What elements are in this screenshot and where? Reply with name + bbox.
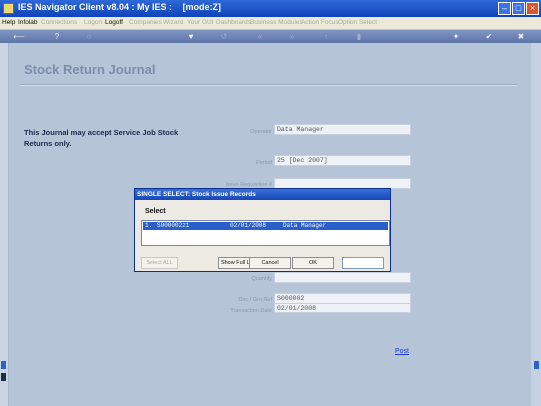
menu-infolab[interactable]: Infolab xyxy=(18,17,38,29)
close-icon[interactable]: ✖ xyxy=(516,32,526,41)
up-icon[interactable]: ↑ xyxy=(321,32,331,41)
menu-dashboards[interactable]: Dashboards xyxy=(216,17,251,29)
quantity-label: Quantity xyxy=(251,276,272,282)
menu-option-select[interactable]: Option Select xyxy=(338,17,377,29)
favourite-icon[interactable]: ♥ xyxy=(186,32,196,41)
period-label: Period xyxy=(256,160,272,166)
left-side-panel xyxy=(0,43,9,406)
window-title: IES Navigator Client v8.04 : My IES : [m… xyxy=(18,2,221,12)
help-icon[interactable]: ? xyxy=(52,32,62,41)
list-item-user: Data Manager xyxy=(283,222,327,229)
list-item[interactable]: 1. S000002z1 02/01/2008 Data Manager xyxy=(143,222,388,230)
search-icon[interactable]: ○ xyxy=(84,32,94,41)
app-icon xyxy=(3,3,14,14)
menu-logoff[interactable]: Logoff xyxy=(105,17,123,29)
menu-wizard[interactable]: Wizard xyxy=(163,17,183,29)
operator-label: Operator xyxy=(250,129,272,135)
title-divider xyxy=(20,84,517,86)
quantity-field[interactable] xyxy=(274,272,411,283)
dialog-title: SINGLE SELECT: Stock Issue Records xyxy=(135,189,390,200)
select-all-button[interactable]: Select ALL xyxy=(141,257,178,269)
period-field[interactable]: 25 [Dec 2007] xyxy=(274,155,411,166)
transaction-date-label: Transaction Date xyxy=(230,308,272,314)
doc-grn-ref-label: Doc / Grn Ref xyxy=(238,297,272,303)
title-bar: IES Navigator Client v8.04 : My IES : [m… xyxy=(0,0,541,17)
close-button[interactable]: × xyxy=(526,2,539,15)
operator-field[interactable]: Data Manager xyxy=(274,124,411,135)
tools-icon[interactable]: ✦ xyxy=(451,32,461,41)
transaction-date-field[interactable]: 02/01/2008 xyxy=(274,303,411,313)
single-select-dialog: SINGLE SELECT: Stock Issue Records Selec… xyxy=(134,188,391,272)
journal-info-text: This Journal may accept Service Job Stoc… xyxy=(24,128,179,148)
cancel-button[interactable]: Cancel xyxy=(249,257,291,269)
toolbar: ⟵ ? ○ ♥ ↺ « » ↑ ▮ ✦ ✔ ✖ xyxy=(0,30,541,43)
ok-button[interactable]: OK xyxy=(292,257,334,269)
window-mode: [mode:Z] xyxy=(182,2,222,12)
menu-connections[interactable]: Connections xyxy=(41,17,77,29)
menu-logon[interactable]: Logon xyxy=(84,17,102,29)
menu-your-gui[interactable]: Your GUI xyxy=(187,17,214,29)
dialog-filter-input[interactable] xyxy=(342,257,384,269)
back-arrow-icon[interactable]: ⟵ xyxy=(8,32,30,41)
list-item-date: 02/01/2008 xyxy=(230,222,267,229)
bookmark-icon[interactable]: ▮ xyxy=(354,32,364,41)
menu-action-focus[interactable]: Action Focus xyxy=(301,17,339,29)
app-window: IES Navigator Client v8.04 : My IES : [m… xyxy=(0,0,541,406)
menu-help[interactable]: Help xyxy=(2,17,15,29)
right-panel-marker[interactable] xyxy=(534,361,539,369)
fast-forward-icon[interactable]: » xyxy=(287,32,297,41)
side-panel-marker[interactable] xyxy=(1,361,6,369)
post-link[interactable]: Post xyxy=(395,348,409,355)
right-side-panel xyxy=(531,43,541,406)
menu-companies[interactable]: Companies xyxy=(129,17,162,29)
maximize-button[interactable]: □ xyxy=(512,2,525,15)
menu-bar: Help Infolab Connections Logon Logoff Co… xyxy=(0,17,541,30)
list-item-code: S000002z1 xyxy=(157,222,190,229)
dialog-heading: Select xyxy=(145,208,166,215)
page-title: Stock Return Journal xyxy=(24,62,156,77)
side-panel-info-icon[interactable] xyxy=(1,373,6,381)
menu-business-modules[interactable]: Business Modules xyxy=(250,17,303,29)
list-item-index: 1. xyxy=(145,222,153,229)
rewind-icon[interactable]: « xyxy=(255,32,265,41)
minimize-button[interactable]: – xyxy=(498,2,511,15)
window-title-text: IES Navigator Client v8.04 : My IES : xyxy=(18,2,173,12)
records-listbox[interactable]: 1. S000002z1 02/01/2008 Data Manager xyxy=(141,220,390,246)
undo-icon[interactable]: ↺ xyxy=(219,32,229,41)
ok-icon[interactable]: ✔ xyxy=(484,32,494,41)
